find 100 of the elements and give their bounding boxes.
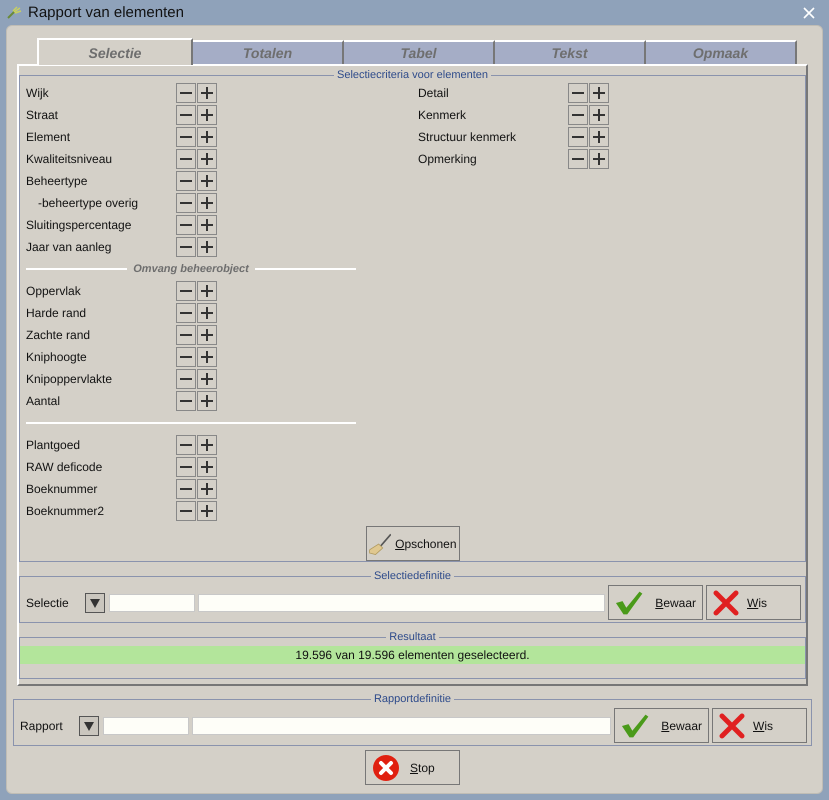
dropdown-button[interactable] [79, 716, 99, 736]
dropdown-button[interactable] [85, 592, 105, 612]
plus-button[interactable] [197, 127, 217, 147]
minus-button[interactable] [176, 215, 196, 235]
minus-button[interactable] [568, 149, 588, 169]
plus-icon [593, 131, 605, 143]
plus-button[interactable] [197, 435, 217, 455]
stop-icon [372, 754, 400, 782]
plus-button[interactable] [197, 171, 217, 191]
minus-button[interactable] [176, 457, 196, 477]
plus-button[interactable] [197, 215, 217, 235]
plus-button[interactable] [197, 105, 217, 125]
name-field[interactable] [198, 594, 605, 612]
criterion-label: Knipoppervlakte [26, 372, 114, 386]
minus-button[interactable] [568, 83, 588, 103]
plus-button[interactable] [197, 303, 217, 323]
name-field[interactable] [192, 716, 611, 734]
cross-icon [713, 590, 739, 616]
code-field[interactable] [103, 716, 189, 734]
plus-icon [201, 307, 213, 319]
criterion-label: Boeknummer [26, 482, 98, 496]
plus-button[interactable] [197, 149, 217, 169]
close-button[interactable] [801, 4, 817, 20]
minus-button[interactable] [176, 347, 196, 367]
clean-up-button[interactable]: Opschonen [366, 526, 460, 561]
minus-button[interactable] [176, 325, 196, 345]
delete-button[interactable]: Wis [712, 708, 807, 743]
window-title: Rapport van elementen [28, 4, 185, 21]
plus-icon [201, 175, 213, 187]
minus-button[interactable] [176, 435, 196, 455]
minus-button[interactable] [176, 127, 196, 147]
plus-button[interactable] [589, 127, 609, 147]
minus-button[interactable] [176, 369, 196, 389]
cross-icon [719, 712, 745, 738]
criterion-label: Kenmerk [418, 108, 468, 122]
minus-button[interactable] [176, 281, 196, 301]
plus-icon [593, 87, 605, 99]
criterion-label: Straat [26, 108, 60, 122]
criterion-label: Structuur kenmerk [418, 130, 518, 144]
criterion-label: Element [26, 130, 72, 144]
delete-button[interactable]: Wis [706, 585, 801, 620]
criterion-label: Aantal [26, 394, 62, 408]
minus-button[interactable] [176, 83, 196, 103]
minus-button[interactable] [176, 391, 196, 411]
criterion-label: Opmerking [418, 152, 478, 166]
plus-icon [201, 285, 213, 297]
plus-button[interactable] [197, 391, 217, 411]
plus-button[interactable] [197, 457, 217, 477]
minus-button[interactable] [176, 171, 196, 191]
criterion-label: Kwaliteitsniveau [26, 152, 114, 166]
save-button[interactable]: Bewaar [608, 585, 703, 620]
plus-icon [201, 329, 213, 341]
code-field[interactable] [109, 594, 195, 612]
minus-button[interactable] [176, 105, 196, 125]
criterion-label: Detail [418, 86, 450, 100]
plus-button[interactable] [589, 149, 609, 169]
plus-icon [201, 219, 213, 231]
plus-button[interactable] [197, 479, 217, 499]
criterion-label: -beheertype overig [37, 196, 140, 210]
section-heading: Omvang beheerobject [132, 263, 250, 275]
plus-button[interactable] [589, 83, 609, 103]
plus-button[interactable] [197, 237, 217, 257]
criterion-label: Wijk [26, 86, 50, 100]
criterion-label: RAW deficode [26, 460, 104, 474]
minus-button[interactable] [568, 127, 588, 147]
plus-icon [201, 241, 213, 253]
minus-button[interactable] [176, 193, 196, 213]
plus-button[interactable] [197, 501, 217, 521]
plus-button[interactable] [589, 105, 609, 125]
minus-button[interactable] [176, 479, 196, 499]
result-message: 19.596 van 19.596 elementen geselecteerd. [20, 646, 805, 664]
plus-icon [593, 109, 605, 121]
checkmark-icon [621, 712, 650, 738]
plus-icon [201, 351, 213, 363]
plus-icon [201, 153, 213, 165]
minus-button[interactable] [176, 237, 196, 257]
plus-icon [201, 131, 213, 143]
criterion-label: Jaar van aanleg [26, 240, 112, 254]
minus-button[interactable] [176, 501, 196, 521]
stop-button[interactable]: Stop [365, 750, 460, 785]
criterion-label: Plantgoed [26, 438, 82, 452]
minus-button[interactable] [176, 149, 196, 169]
plus-icon [201, 461, 213, 473]
plus-button[interactable] [197, 347, 217, 367]
plus-icon [201, 505, 213, 517]
close-icon [803, 6, 815, 18]
plus-button[interactable] [197, 281, 217, 301]
minus-button[interactable] [176, 303, 196, 323]
plus-icon [201, 373, 213, 385]
criterion-label: Kniphoogte [26, 350, 88, 364]
plus-button[interactable] [197, 325, 217, 345]
caret-icon [90, 598, 100, 608]
plus-button[interactable] [197, 83, 217, 103]
field-label: Selectie [26, 596, 70, 610]
plus-icon [201, 109, 213, 121]
save-button[interactable]: Bewaar [614, 708, 709, 743]
plus-button[interactable] [197, 369, 217, 389]
plus-icon [201, 87, 213, 99]
minus-button[interactable] [568, 105, 588, 125]
plus-button[interactable] [197, 193, 217, 213]
